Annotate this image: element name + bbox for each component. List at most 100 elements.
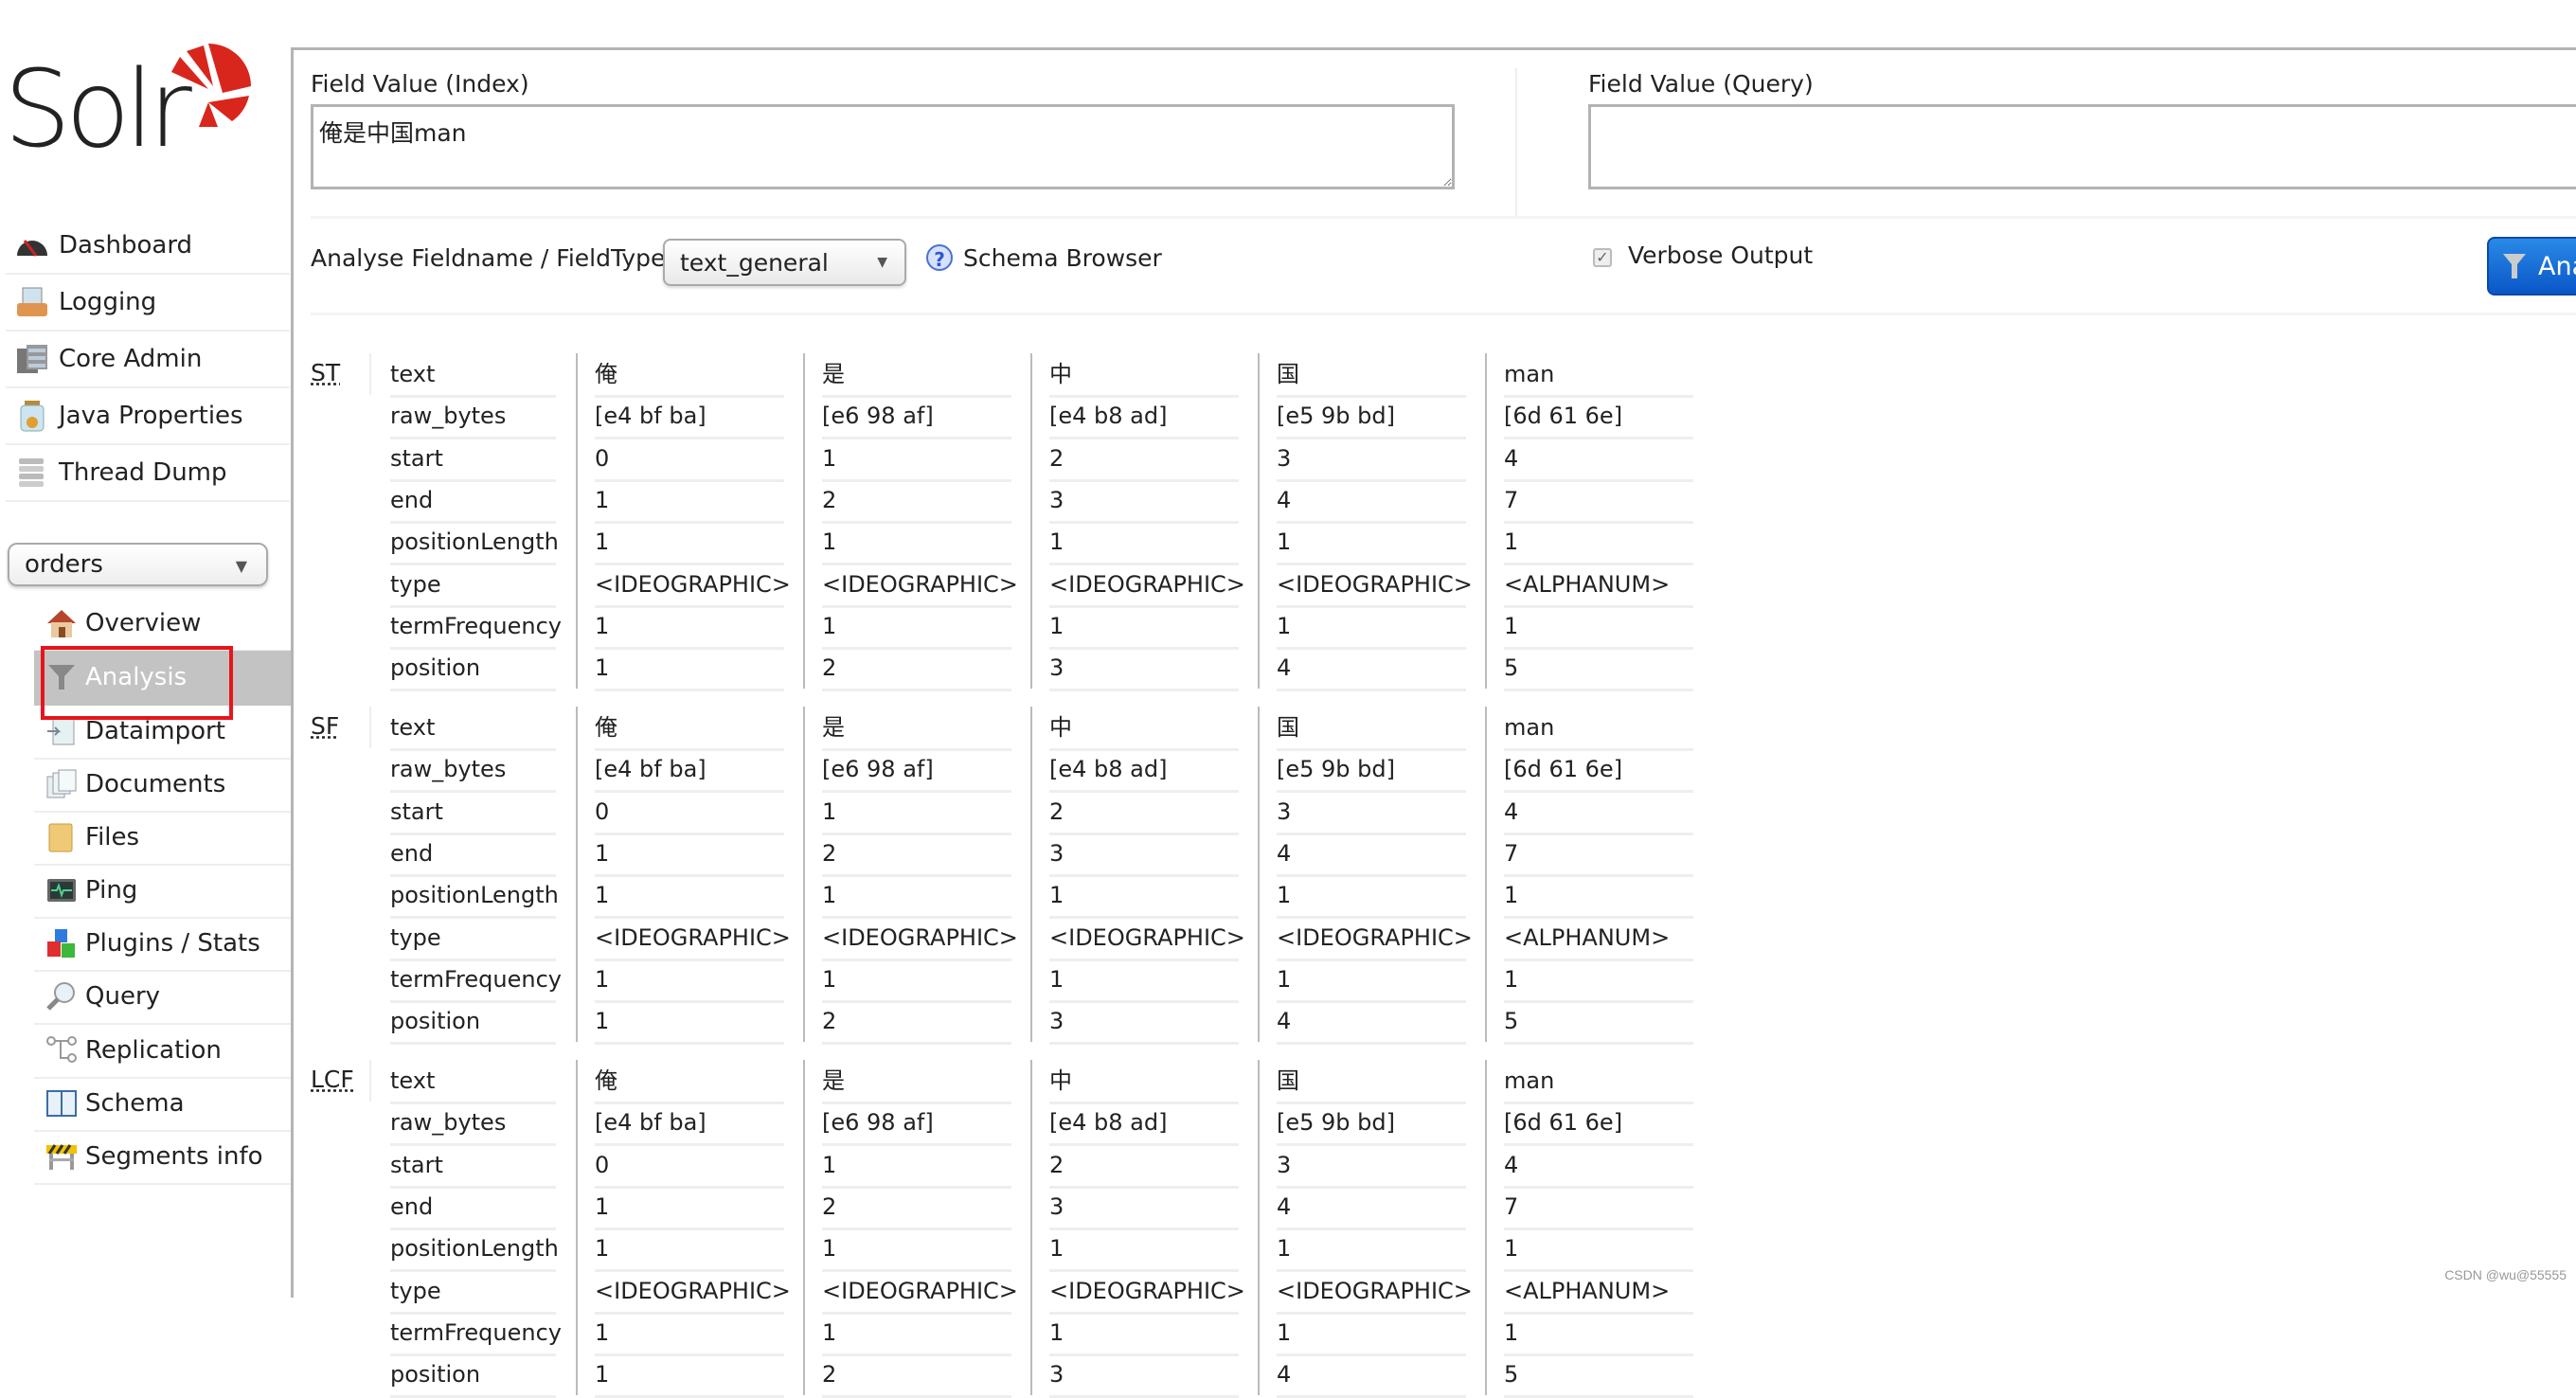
- token-start-value: 1: [822, 439, 1011, 482]
- schema-book-icon: [45, 1088, 78, 1119]
- token-start-value: 3: [1277, 793, 1466, 835]
- token-positionLength-value: 1: [1504, 523, 1693, 566]
- token-column-divider: [1258, 353, 1260, 690]
- core-item-label: Overview: [85, 609, 202, 637]
- schema-browser-link[interactable]: Schema Browser: [963, 244, 1162, 272]
- sidebar-item-dashboard[interactable]: Dashboard: [6, 218, 290, 275]
- analyse-values-button[interactable]: Ana: [2487, 237, 2576, 296]
- token-raw_bytes-value: [e4 b8 ad]: [1049, 1103, 1239, 1147]
- token-end-value: 7: [1504, 481, 1693, 524]
- solr-logo[interactable]: Solr: [0, 38, 256, 180]
- token-type-value: <IDEOGRAPHIC>: [595, 1272, 791, 1315]
- core-item-query[interactable]: Query: [34, 970, 291, 1025]
- token-column-divider: [1485, 1060, 1487, 1396]
- attribute-key: start: [390, 1146, 556, 1189]
- core-item-analysis[interactable]: Analysis: [34, 651, 291, 706]
- attribute-key: text: [390, 708, 556, 751]
- token-position-value: 4: [1277, 1002, 1466, 1046]
- token-raw_bytes-value: [e4 b8 ad]: [1049, 397, 1239, 440]
- token-start-value: 3: [1277, 439, 1466, 482]
- token-positionLength-value: 1: [1504, 876, 1693, 920]
- token-type-value: <IDEOGRAPHIC>: [1049, 565, 1245, 608]
- core-item-documents[interactable]: Documents: [34, 758, 291, 813]
- core-item-overview[interactable]: Overview: [34, 597, 291, 652]
- token-text-value: 国: [1277, 708, 1466, 751]
- token-positionLength-value: 1: [1049, 1229, 1239, 1273]
- attribute-key: position: [390, 1002, 556, 1046]
- core-item-label: Segments info: [85, 1142, 263, 1171]
- token-termFrequency-value: 1: [1049, 1314, 1239, 1356]
- sidebar-item-thread-dump[interactable]: Thread Dump: [6, 445, 290, 502]
- token-position-value: 3: [1049, 1002, 1239, 1046]
- sidebar-item-label: Dashboard: [59, 231, 193, 260]
- index-field-value-textarea[interactable]: [311, 104, 1455, 189]
- index-field-label: Field Value (Index): [311, 70, 529, 98]
- token-position-value: 3: [1049, 1355, 1239, 1398]
- token-column-divider: [576, 353, 578, 690]
- token-raw_bytes-value: [6d 61 6e]: [1504, 397, 1693, 440]
- token-positionLength-value: 1: [595, 1229, 784, 1273]
- sidebar-item-core-admin[interactable]: Core Admin: [6, 332, 290, 388]
- attribute-key: termFrequency: [390, 960, 562, 1003]
- token-type-value: <IDEOGRAPHIC>: [822, 1272, 1018, 1315]
- token-type-value: <IDEOGRAPHIC>: [595, 565, 791, 608]
- analysis-funnel-icon: [2503, 254, 2526, 278]
- core-item-ping[interactable]: Ping: [34, 864, 291, 919]
- divider: [311, 313, 2576, 315]
- core-item-dataimport[interactable]: Dataimport: [34, 705, 291, 760]
- token-start-value: 0: [595, 793, 784, 835]
- core-item-label: Analysis: [85, 663, 188, 691]
- sidebar-item-label: Core Admin: [59, 345, 203, 373]
- query-field-value-textarea[interactable]: [1588, 104, 2576, 189]
- token-column-divider: [1485, 707, 1487, 1043]
- core-selector-dropdown[interactable]: orders ▼: [8, 543, 268, 586]
- stage-label: LCF: [311, 1066, 354, 1093]
- section-divider: [1515, 68, 1517, 218]
- dashboard-gauge-icon: [15, 229, 49, 261]
- fieldtype-select-value: text_general: [680, 248, 829, 277]
- core-item-plugins-stats[interactable]: Plugins / Stats: [34, 917, 291, 972]
- token-raw_bytes-value: [e5 9b bd]: [1277, 397, 1466, 440]
- core-item-schema[interactable]: Schema: [34, 1077, 291, 1132]
- token-termFrequency-value: 1: [595, 960, 784, 1003]
- core-selector-value: orders: [25, 550, 103, 579]
- help-question-icon[interactable]: ?: [926, 244, 953, 271]
- token-termFrequency-value: 1: [1049, 960, 1239, 1003]
- core-item-segments-info[interactable]: Segments info: [34, 1130, 291, 1185]
- token-raw_bytes-value: [e4 bf ba]: [595, 397, 784, 440]
- core-item-replication[interactable]: Replication: [34, 1024, 291, 1079]
- token-start-value: 1: [822, 1146, 1011, 1189]
- token-raw_bytes-value: [e6 98 af]: [822, 397, 1011, 440]
- token-positionLength-value: 1: [1504, 1229, 1693, 1273]
- token-termFrequency-value: 1: [1504, 960, 1693, 1003]
- analyse-button-label: Ana: [2538, 251, 2576, 281]
- token-end-value: 4: [1277, 834, 1466, 877]
- fieldtype-label: Analyse Fieldname / FieldType:: [311, 244, 673, 272]
- token-start-value: 2: [1049, 1146, 1239, 1189]
- stage-separator: [369, 1060, 371, 1102]
- attribute-key: type: [390, 1272, 556, 1315]
- ping-monitor-icon: [45, 875, 78, 905]
- token-position-value: 2: [822, 649, 1011, 692]
- stage-separator: [369, 353, 371, 395]
- token-end-value: 7: [1504, 1188, 1693, 1230]
- token-positionLength-value: 1: [822, 1229, 1011, 1273]
- attribute-key: end: [390, 1188, 556, 1230]
- attribute-key: text: [390, 355, 556, 398]
- verbose-output-checkbox[interactable]: ✓: [1593, 248, 1612, 267]
- core-item-files[interactable]: Files: [34, 811, 291, 866]
- token-position-value: 1: [595, 1355, 784, 1398]
- sidebar-item-logging[interactable]: Logging: [6, 275, 290, 332]
- token-start-value: 3: [1277, 1146, 1466, 1189]
- token-termFrequency-value: 1: [1504, 1314, 1693, 1356]
- token-raw_bytes-value: [e4 bf ba]: [595, 1103, 784, 1147]
- sidebar-item-java-properties[interactable]: Java Properties: [6, 388, 290, 445]
- core-item-label: Dataimport: [85, 717, 225, 745]
- token-positionLength-value: 1: [1049, 523, 1239, 566]
- fieldtype-select[interactable]: text_general ▼: [663, 239, 906, 286]
- token-position-value: 1: [595, 1002, 784, 1046]
- token-type-value: <IDEOGRAPHIC>: [822, 919, 1018, 961]
- token-positionLength-value: 1: [595, 523, 784, 566]
- token-end-value: 1: [595, 481, 784, 524]
- token-type-value: <ALPHANUM>: [1504, 919, 1693, 961]
